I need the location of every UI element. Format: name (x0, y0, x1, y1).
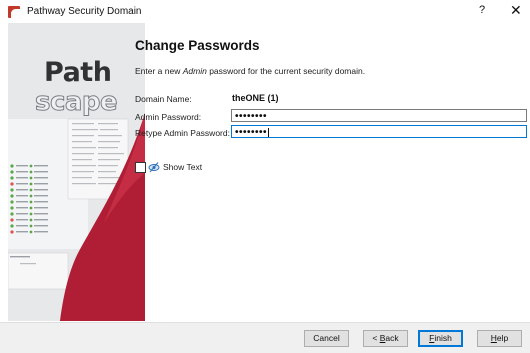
help-button[interactable]: Help (477, 330, 522, 347)
back-button[interactable]: < Back (363, 330, 408, 347)
pathscape-logo-scape: scape (34, 87, 118, 118)
pathway-app-icon (8, 6, 20, 18)
eye-hidden-icon (148, 162, 160, 173)
domain-name-label: Domain Name: (135, 94, 192, 104)
close-icon[interactable]: ✕ (510, 2, 522, 19)
show-text-checkbox[interactable] (135, 162, 146, 173)
retype-password-masked: •••••••• (235, 127, 268, 138)
admin-password-label: Admin Password: (135, 112, 202, 122)
finish-button[interactable]: Finish (418, 330, 463, 347)
wizard-side-graphic: Path scape (8, 23, 145, 321)
pathscape-logo-path: Path (44, 57, 112, 88)
admin-password-field[interactable]: •••••••• (231, 109, 527, 122)
help-title-button[interactable]: ? (479, 4, 485, 16)
window-title: Pathway Security Domain (27, 6, 142, 17)
admin-password-masked: •••••••• (235, 111, 268, 122)
retype-password-field[interactable]: •••••••• (231, 125, 527, 138)
title-bar: Pathway Security Domain ? ✕ (0, 0, 530, 24)
domain-name-value: theONE (1) (232, 93, 279, 103)
instructions-text: Enter a new Admin password for the curre… (135, 66, 366, 76)
page-title: Change Passwords (135, 38, 260, 53)
retype-password-label: Retype Admin Password: (135, 128, 230, 138)
text-caret (268, 127, 270, 137)
show-text-label: Show Text (163, 162, 203, 172)
cancel-button[interactable]: Cancel (304, 330, 349, 347)
